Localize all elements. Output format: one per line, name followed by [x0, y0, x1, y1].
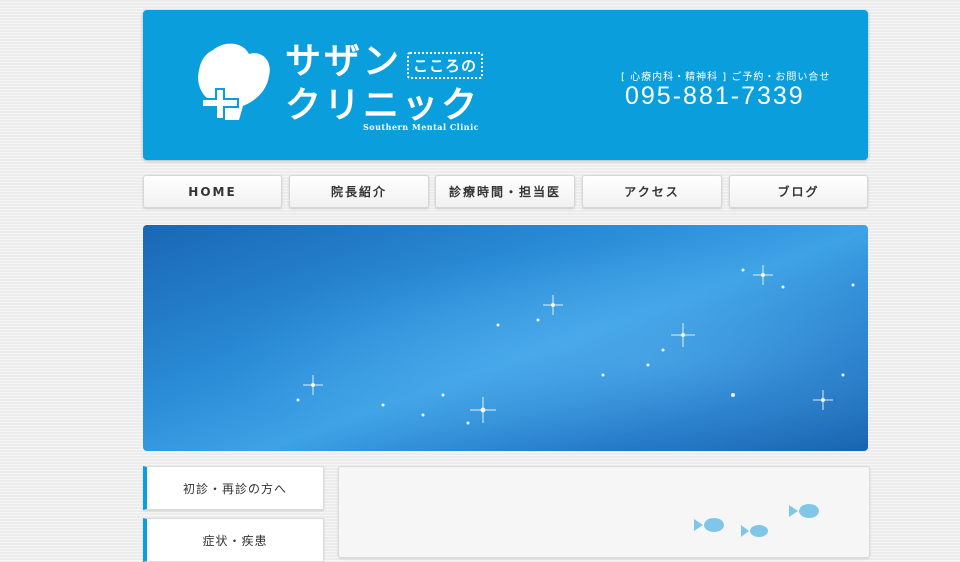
- fish-icons: [694, 504, 819, 537]
- nav-access[interactable]: アクセス: [582, 175, 722, 208]
- clinic-name-line1: サザン: [285, 41, 403, 82]
- clinic-english-name: Southern Mental Clinic: [363, 122, 479, 132]
- sparkle-overlay: [296, 265, 855, 425]
- nav-home[interactable]: HOME: [143, 175, 282, 208]
- nav-director[interactable]: 院長紹介: [289, 175, 429, 208]
- content-panel: [338, 466, 870, 558]
- nav-hours[interactable]: 診療時間・担当医: [435, 175, 575, 208]
- contact-tagline: [ 心療内科・精神科 ] ご予約・お問い合せ: [621, 72, 831, 83]
- side-item-first-visit[interactable]: 初診・再診の方へ: [143, 466, 324, 510]
- nav-blog[interactable]: ブログ: [729, 175, 868, 208]
- hero-water-image: [143, 225, 868, 451]
- site-header: サザン クリニック こころの Southern Mental Clinic [ …: [143, 10, 868, 160]
- logo-badge: こころの: [407, 52, 484, 79]
- phone-number[interactable]: 095-881-7339: [625, 82, 805, 111]
- clinic-logo-icon[interactable]: [195, 40, 275, 128]
- main-nav: HOME 院長紹介 診療時間・担当医 アクセス ブログ: [143, 175, 868, 210]
- side-item-symptoms[interactable]: 症状・疾患: [143, 518, 324, 562]
